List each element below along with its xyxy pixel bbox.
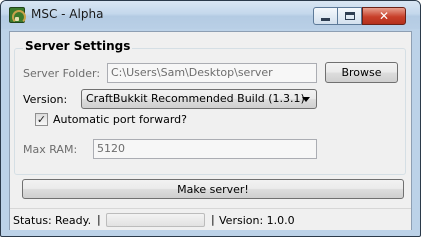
- make-server-button[interactable]: Make server!: [22, 179, 404, 199]
- window-title: MSC - Alpha: [31, 7, 104, 21]
- version-select[interactable]: CraftBukkit Recommended Build (1.3.1): [81, 89, 317, 109]
- status-separator: |: [211, 213, 215, 226]
- status-separator: |: [97, 213, 101, 226]
- maximize-button[interactable]: [337, 7, 362, 25]
- minecraft-app-icon[interactable]: [9, 7, 26, 24]
- close-button[interactable]: ✕: [362, 7, 406, 25]
- max-ram-label: Max RAM:: [23, 143, 78, 156]
- status-label: Status:: [13, 214, 52, 227]
- title-bar[interactable]: MSC - Alpha ✕: [1, 1, 420, 29]
- port-forward-checkbox[interactable]: ✓: [35, 113, 48, 126]
- close-icon: ✕: [378, 9, 390, 23]
- max-ram-field[interactable]: 5120: [93, 139, 317, 159]
- client-area: Server Settings Server Folder: C:\Users\…: [9, 31, 412, 230]
- status-bar: Status: Ready. | | Version: 1.0.0: [10, 208, 411, 230]
- browse-button[interactable]: Browse: [325, 62, 398, 83]
- server-settings-group: Server Settings Server Folder: C:\Users\…: [14, 39, 406, 175]
- server-folder-label: Server Folder:: [23, 67, 101, 80]
- minimize-icon: [321, 18, 330, 21]
- status-value: Ready.: [55, 214, 92, 227]
- server-settings-legend: Server Settings: [23, 39, 133, 53]
- maximize-icon: [344, 12, 355, 20]
- version-label: Version:: [23, 93, 68, 106]
- progress-bar: [106, 213, 205, 227]
- version-text: Version: 1.0.0: [219, 214, 295, 227]
- minimize-button[interactable]: [313, 7, 338, 25]
- app-window: MSC - Alpha ✕ Server Settings Server Fol…: [0, 0, 421, 237]
- dropdown-arrow-icon: [302, 97, 310, 102]
- port-forward-label[interactable]: Automatic port forward?: [53, 113, 187, 126]
- server-folder-field[interactable]: C:\Users\Sam\Desktop\server: [107, 63, 317, 83]
- version-selected-value: CraftBukkit Recommended Build (1.3.1): [86, 92, 305, 105]
